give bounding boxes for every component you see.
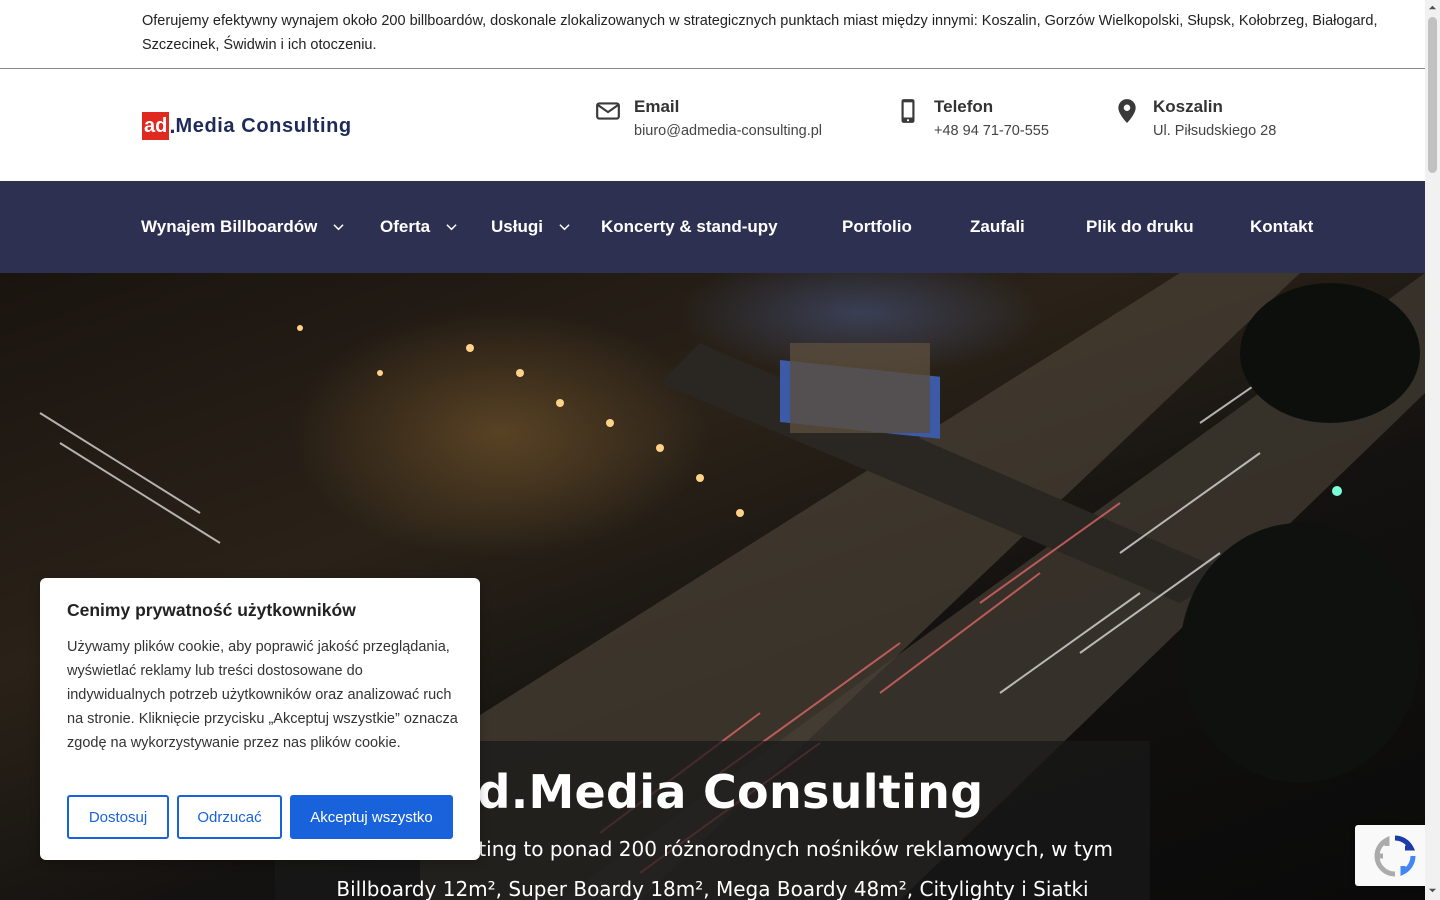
contact-phone: Telefon +48 94 71-70-555 [895, 96, 1049, 144]
cookie-body: Używamy plików cookie, aby poprawić jako… [67, 639, 458, 751]
cookie-consent-dialog: Cenimy prywatność użytkowników Używamy p… [40, 578, 480, 860]
phone-value[interactable]: +48 94 71-70-555 [934, 118, 1049, 144]
nav-item-label: Usługi [491, 217, 543, 236]
logo-wordmark: Media Consulting [175, 115, 352, 137]
recaptcha-icon [1374, 835, 1416, 876]
email-value[interactable]: biuro@admedia-consulting.pl [634, 118, 822, 144]
nav-item-label: Portfolio [842, 217, 912, 236]
nav-item-label: Wynajem Billboardów [141, 217, 318, 236]
top-info-bar: Oferujemy efektywny wynajem około 200 bi… [0, 0, 1425, 69]
nav-item-oferta[interactable]: Oferta [380, 181, 457, 273]
nav-item-wynajem-billboardow[interactable]: Wynajem Billboardów [141, 181, 344, 273]
nav-item-label: Plik do druku [1086, 217, 1194, 236]
scroll-down-arrow-icon[interactable] [1428, 886, 1437, 895]
nav-item-portfolio[interactable]: Portfolio [842, 181, 912, 273]
nav-item-uslugi[interactable]: Usługi [491, 181, 570, 273]
map-pin-icon [1114, 98, 1140, 124]
top-info-text: Oferujemy efektywny wynajem około 200 bi… [142, 13, 1378, 53]
nav-item-label: Zaufali [970, 217, 1025, 236]
cookie-title: Cenimy prywatność użytkowników [67, 600, 356, 620]
phone-title: Telefon [934, 97, 994, 116]
site-header: ad. Media Consulting Email biuro@admedia-… [0, 69, 1425, 181]
email-title: Email [634, 97, 680, 116]
chevron-down-icon [446, 223, 457, 231]
nav-item-label: Kontakt [1250, 217, 1314, 236]
nav-item-zaufali[interactable]: Zaufali [970, 181, 1025, 273]
main-navigation: Wynajem Billboardów Oferta Usługi Koncer… [0, 181, 1425, 273]
hero-subtitle-line-2: Billboardy 12m², Super Boardy 18m², Mega… [336, 877, 1089, 900]
cookie-reject-button[interactable]: Odrzucać [177, 795, 282, 839]
cookie-customize-button[interactable]: Dostosuj [67, 795, 169, 839]
contact-email: Email biuro@admedia-consulting.pl [595, 96, 822, 144]
nav-item-plik-do-druku[interactable]: Plik do druku [1086, 181, 1194, 273]
recaptcha-badge[interactable] [1355, 825, 1435, 886]
cookie-accept-all-button[interactable]: Akceptuj wszystko [290, 795, 453, 839]
nav-item-koncerty[interactable]: Koncerty & stand-upy [601, 181, 778, 273]
location-value: Ul. Piłsudskiego 28 [1153, 123, 1277, 139]
site-logo[interactable]: ad. Media Consulting [142, 112, 352, 140]
chevron-down-icon [333, 223, 344, 231]
logo-ad-mark: ad [142, 112, 170, 140]
phone-icon [895, 98, 921, 124]
contact-location: Koszalin Ul. Piłsudskiego 28 [1114, 96, 1276, 144]
scroll-up-arrow-icon[interactable] [1428, 3, 1437, 12]
nav-item-kontakt[interactable]: Kontakt [1250, 181, 1313, 273]
nav-item-label: Oferta [380, 217, 431, 236]
page-scrollbar[interactable] [1425, 0, 1440, 900]
location-title: Koszalin [1153, 97, 1223, 116]
nav-item-label: Koncerty & stand-upy [601, 217, 778, 236]
scrollbar-thumb[interactable] [1428, 17, 1437, 173]
chevron-down-icon [559, 223, 570, 231]
envelope-icon [595, 98, 621, 124]
